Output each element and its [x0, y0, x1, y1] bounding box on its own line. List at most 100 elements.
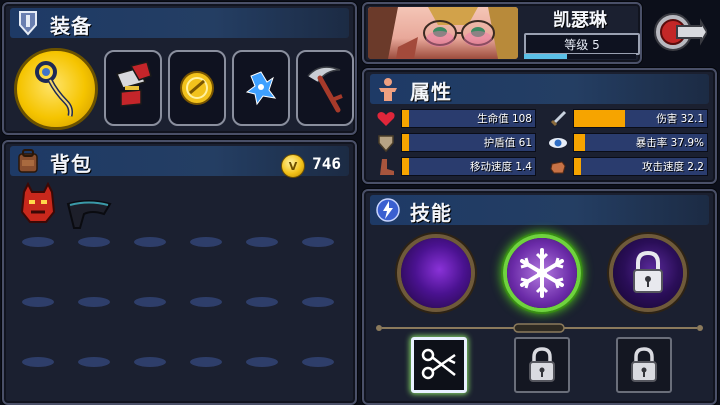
- skills-panel: 技能: [362, 189, 717, 405]
- padlock-icon: [631, 347, 657, 382]
- empty-bag-slot[interactable]: [190, 297, 222, 307]
- shield-bar: 护盾值 61: [401, 133, 536, 152]
- damage-value: 伤害 32.1: [656, 113, 704, 125]
- cloak-item[interactable]: [64, 198, 114, 232]
- backpack-header: 背包 V 746: [10, 146, 349, 178]
- coin-icon: V: [281, 154, 305, 178]
- empty-bag-slot[interactable]: [246, 357, 278, 367]
- stat-fill: [574, 134, 585, 151]
- snowflake-icon: [507, 238, 577, 308]
- empty-bag-slot[interactable]: [302, 297, 334, 307]
- character-panel: 凯瑟琳 等级 5: [362, 2, 642, 64]
- back-arrow-icon: [654, 13, 707, 51]
- armor-icon: [14, 9, 42, 37]
- crit-bar: 暴击率 37.9%: [573, 133, 708, 152]
- skill-shadow-orb[interactable]: [397, 234, 475, 312]
- empty-bag-slot[interactable]: [302, 357, 334, 367]
- accessory-slot-1[interactable]: [104, 50, 162, 126]
- scissors-icon: [421, 348, 456, 380]
- stat-fill: [402, 158, 409, 175]
- heart-icon: [374, 108, 398, 129]
- stat-fill: [402, 110, 409, 127]
- xp-fill: [524, 54, 567, 59]
- empty-bag-slot[interactable]: [22, 357, 54, 367]
- character-name: 凯瑟琳: [553, 10, 607, 31]
- equipment-panel: 装备: [2, 2, 357, 135]
- lock-icon: [613, 238, 683, 308]
- accessory-slot-2[interactable]: [168, 50, 226, 126]
- attributes-panel: 属性 生命值 108 伤害 32.1 护盾值 61 暴击率 37.9% 移动速度…: [362, 68, 717, 184]
- oni-mask-item[interactable]: [18, 181, 58, 226]
- attributes-title: 属性: [410, 80, 452, 104]
- stat-shield: 护盾值 61: [374, 132, 539, 153]
- empty-bag-slot[interactable]: [22, 297, 54, 307]
- empty-bag-slot[interactable]: [134, 297, 166, 307]
- sword-icon: [546, 108, 570, 129]
- skill-slot-scissors[interactable]: [411, 337, 467, 393]
- stat-health: 生命值 108: [374, 108, 539, 129]
- health-value: 生命值 108: [477, 113, 532, 125]
- scythe-icon: [307, 66, 343, 113]
- backpack-title: 背包: [50, 152, 92, 176]
- cloak-icon: [66, 200, 112, 229]
- spirit-icon: [245, 71, 277, 106]
- lightning-orb-icon: [374, 196, 402, 224]
- equipment-title: 装备: [50, 14, 92, 38]
- empty-bag-slot[interactable]: [246, 237, 278, 247]
- weapon-slot[interactable]: [14, 48, 98, 130]
- empty-bag-slot[interactable]: [78, 357, 110, 367]
- oni-mask-icon: [20, 181, 56, 223]
- health-bar: 生命值 108: [401, 109, 536, 128]
- empty-bag-slot[interactable]: [134, 357, 166, 367]
- xp-bar: [524, 54, 636, 59]
- stat-attack-speed: 攻击速度 2.2: [546, 156, 711, 177]
- stat-damage: 伤害 32.1: [546, 108, 711, 129]
- empty-bag-slot[interactable]: [190, 357, 222, 367]
- stat-fill: [402, 134, 409, 151]
- coin-count: 746: [312, 154, 341, 173]
- eye-icon: [546, 132, 570, 153]
- move-speed-bar: 移动速度 1.4: [401, 157, 536, 176]
- skill-locked[interactable]: [609, 234, 687, 312]
- backpack-panel: 背包 V 746: [2, 140, 357, 405]
- move-speed-value: 移动速度 1.4: [469, 161, 532, 173]
- empty-bag-slot[interactable]: [78, 297, 110, 307]
- stat-move-speed: 移动速度 1.4: [374, 156, 539, 177]
- skills-title: 技能: [410, 201, 452, 225]
- shield-value: 护盾值 61: [483, 137, 532, 149]
- skill-frost[interactable]: [503, 234, 581, 312]
- padlock-icon: [529, 347, 555, 382]
- skill-slot-locked-2[interactable]: [616, 337, 672, 393]
- backpack-icon: [14, 147, 42, 175]
- crit-value: 暴击率 37.9%: [635, 137, 704, 149]
- stat-crit: 暴击率 37.9%: [546, 132, 711, 153]
- accessory-slot-3[interactable]: [232, 50, 290, 126]
- shield-icon: [374, 132, 398, 153]
- skill-slot-locked-1[interactable]: [514, 337, 570, 393]
- stat-fill: [574, 158, 581, 175]
- gold-coin-charm-icon: [180, 71, 214, 105]
- attack-speed-value: 攻击速度 2.2: [641, 161, 704, 173]
- fist-icon: [546, 156, 570, 177]
- empty-bag-slot[interactable]: [78, 237, 110, 247]
- damage-bar: 伤害 32.1: [573, 109, 708, 128]
- empty-bag-slot[interactable]: [134, 237, 166, 247]
- empty-bag-slot[interactable]: [302, 237, 334, 247]
- character-level: 等级 5: [524, 33, 640, 55]
- body-icon: [374, 75, 402, 103]
- boot-icon: [374, 156, 398, 177]
- stat-fill: [574, 110, 625, 127]
- empty-bag-slot[interactable]: [246, 297, 278, 307]
- character-portrait: [368, 7, 518, 59]
- attributes-header: 属性: [370, 74, 709, 104]
- attack-speed-bar: 攻击速度 2.2: [573, 157, 708, 176]
- empty-bag-slot[interactable]: [190, 237, 222, 247]
- accessory-slot-4[interactable]: [296, 50, 354, 126]
- back-button[interactable]: [651, 10, 707, 54]
- skills-header: 技能: [370, 195, 709, 225]
- shadow-orb-icon: [401, 238, 471, 308]
- skills-divider: [374, 318, 705, 333]
- equipment-header: 装备: [10, 8, 349, 38]
- potion-icon: [115, 61, 152, 107]
- empty-bag-slot[interactable]: [22, 237, 54, 247]
